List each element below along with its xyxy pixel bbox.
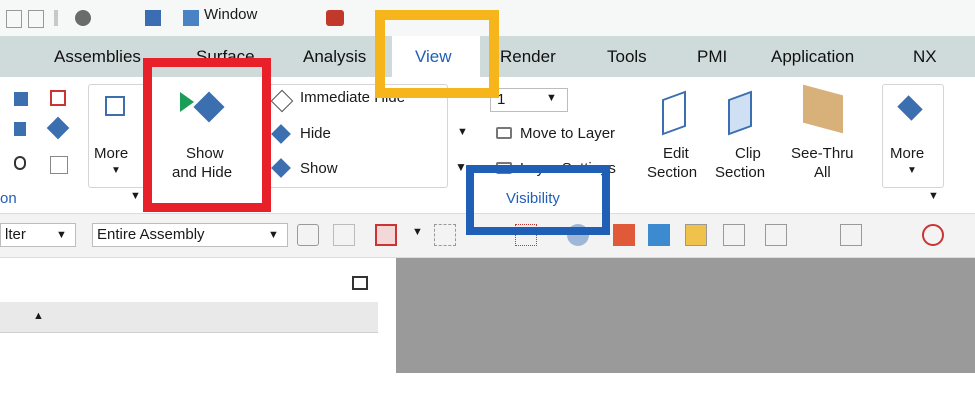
show-and-hide-label-2: and Hide: [172, 164, 233, 181]
filter-settings-icon[interactable]: [297, 224, 319, 246]
line-icon[interactable]: [723, 224, 745, 246]
window-menu[interactable]: Window: [204, 6, 257, 23]
navigator-header-row[interactable]: [0, 302, 378, 333]
layout-icon[interactable]: [50, 90, 66, 106]
show-button[interactable]: Show: [300, 160, 338, 177]
show-and-hide-label-1: Show: [186, 145, 224, 162]
sphere-icon[interactable]: [567, 224, 589, 246]
tab-pmi[interactable]: PMI: [697, 47, 727, 67]
redo-list-icon[interactable]: [28, 10, 44, 28]
quick-access-toolbar: Window: [0, 0, 975, 36]
group-overflow-arrow-2[interactable]: ▼: [455, 160, 467, 174]
sort-ascending-icon[interactable]: ▲: [33, 310, 44, 322]
tab-surface[interactable]: Surface: [196, 47, 255, 67]
chevron-down-icon: ▼: [546, 92, 557, 104]
clip-section-label-1[interactable]: Clip: [735, 145, 761, 162]
box-select-icon[interactable]: [515, 224, 537, 246]
rotate-icon[interactable]: [14, 156, 26, 170]
layer-value: 1: [497, 91, 506, 108]
visibility-group-label: Visibility: [506, 190, 560, 207]
point-snap-icon[interactable]: [434, 224, 456, 246]
edge-icon[interactable]: [765, 224, 787, 246]
curve-icon[interactable]: [803, 224, 825, 246]
hide-button[interactable]: Hide: [300, 125, 331, 142]
layer-select[interactable]: 1 ▼: [490, 88, 568, 112]
layer-settings-icon: [496, 162, 512, 174]
tab-analysis[interactable]: Analysis: [303, 47, 366, 67]
selection-scope-value: Entire Assembly: [97, 226, 205, 243]
graphics-window[interactable]: [396, 258, 975, 373]
chevron-down-icon: ▼: [56, 229, 67, 241]
spline-icon[interactable]: [840, 224, 862, 246]
layer-settings-button[interactable]: Layer Settings: [520, 160, 616, 177]
show-arrow-icon: [180, 92, 194, 112]
solid-body-icon[interactable]: [613, 224, 635, 246]
view-icon-2[interactable]: [14, 122, 26, 136]
tab-render[interactable]: Render: [500, 47, 556, 67]
tab-nx[interactable]: NX: [913, 47, 937, 67]
undo-list-icon[interactable]: [6, 10, 22, 28]
vertex-icon[interactable]: [875, 224, 897, 246]
tab-assemblies[interactable]: Assemblies: [54, 47, 141, 67]
left-group-label: on: [0, 190, 17, 207]
see-thru-label-2[interactable]: All: [814, 164, 831, 181]
ribbon-overflow-arrow[interactable]: ▼: [928, 190, 939, 202]
move-to-layer-button[interactable]: Move to Layer: [520, 125, 615, 142]
chevron-down-icon: ▼: [268, 229, 279, 241]
clip-section-label-2[interactable]: Section: [715, 164, 765, 181]
chevron-down-icon[interactable]: ▼: [412, 226, 423, 238]
type-filter-select[interactable]: lter ▼: [0, 223, 76, 247]
tab-tools[interactable]: Tools: [607, 47, 647, 67]
group-dropdown-arrow[interactable]: ▼: [130, 190, 141, 202]
points-icon[interactable]: [685, 224, 707, 246]
group-overflow-arrow[interactable]: ▼: [457, 126, 468, 138]
center-snap-icon[interactable]: [922, 224, 944, 246]
shaded-icon[interactable]: [648, 224, 670, 246]
snap-settings-icon[interactable]: [333, 224, 355, 246]
orient-icon[interactable]: [14, 92, 28, 106]
more-right-label: More: [890, 145, 925, 162]
selection-mode-icon[interactable]: [375, 224, 397, 246]
tab-application[interactable]: Application: [771, 47, 854, 67]
layers-icon: [496, 127, 512, 139]
help-icon[interactable]: [326, 10, 344, 26]
snap-icon[interactable]: [145, 10, 161, 26]
separator: [54, 10, 58, 26]
see-thru-label-1[interactable]: See-Thru: [791, 145, 854, 162]
type-filter-value: lter: [5, 226, 26, 243]
window-icon[interactable]: [183, 10, 199, 26]
edit-section-label-1[interactable]: Edit: [663, 145, 689, 162]
chevron-down-icon: ▼: [907, 165, 917, 176]
chevron-down-icon: ▼: [111, 165, 121, 176]
maximize-icon[interactable]: [352, 276, 368, 290]
touch-mode-icon[interactable]: [75, 10, 91, 26]
more-left-label: More: [94, 145, 129, 162]
edit-section-label-2[interactable]: Section: [647, 164, 697, 181]
grid-icon[interactable]: [50, 156, 68, 174]
selection-scope-select[interactable]: Entire Assembly ▼: [92, 223, 288, 247]
immediate-hide-button[interactable]: Immediate Hide: [300, 89, 405, 106]
display-icon: [105, 96, 125, 116]
tab-view[interactable]: View: [415, 47, 452, 67]
